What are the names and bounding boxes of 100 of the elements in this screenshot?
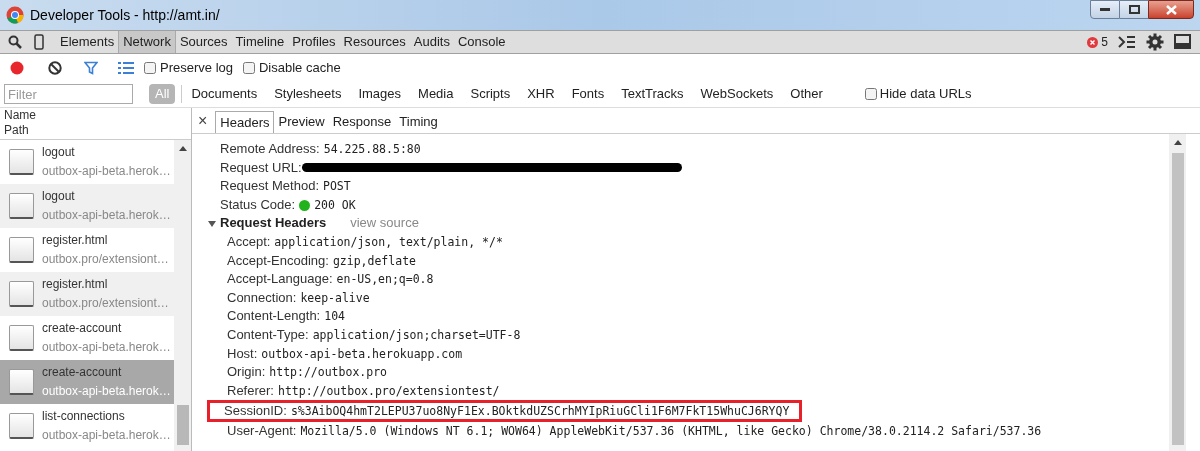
header-value: application/json, text/plain, */* bbox=[274, 233, 503, 251]
filter-type[interactable]: Fonts bbox=[566, 84, 610, 104]
filter-type[interactable]: XHR bbox=[522, 84, 560, 104]
tab[interactable]: Response bbox=[328, 111, 396, 133]
checkbox[interactable] bbox=[243, 61, 255, 74]
file-icon bbox=[9, 369, 34, 395]
expanded-triangle-icon[interactable] bbox=[208, 219, 216, 228]
tab[interactable]: Sources bbox=[175, 31, 232, 53]
header-value: Mozilla/5.0 (Windows NT 6.1; WOW64) AppleWebKit/537.36 (KHTML, like Gecko) Chrome/38.0.2114.2 Safari/537.36 bbox=[300, 423, 1042, 441]
scrollbar-thumb[interactable] bbox=[176, 405, 189, 445]
maximize-icon bbox=[1128, 5, 1140, 14]
mobile-device-icon[interactable] bbox=[34, 34, 44, 50]
console-drawer-icon[interactable] bbox=[1118, 35, 1136, 49]
file-icon bbox=[9, 149, 34, 175]
header-value: keep-alive bbox=[300, 289, 370, 307]
file-icon bbox=[9, 413, 34, 439]
column-header[interactable]: Name bbox=[4, 108, 187, 123]
column-header[interactable]: Path bbox=[4, 123, 187, 138]
minimize-button[interactable] bbox=[1090, 0, 1120, 19]
request-path: outbox-api-beta.herok… bbox=[42, 427, 171, 444]
tab[interactable]: Profiles bbox=[288, 31, 340, 53]
search-icon[interactable] bbox=[8, 35, 22, 49]
header-name: Accept-Language: bbox=[227, 270, 333, 289]
tab[interactable]: Audits bbox=[409, 31, 454, 53]
header-name: Origin: bbox=[227, 363, 266, 382]
request-path: outbox.pro/extensiont… bbox=[42, 251, 169, 268]
request-path: outbox-api-beta.herok… bbox=[42, 383, 171, 400]
request-name: create-account bbox=[42, 320, 123, 337]
filter-type[interactable]: Media bbox=[413, 84, 459, 104]
settings-icon[interactable] bbox=[1146, 33, 1164, 51]
request-path: outbox-api-beta.herok… bbox=[42, 207, 171, 224]
request-name: logout bbox=[42, 144, 76, 161]
header-name: Referer: bbox=[227, 381, 274, 400]
header-name: Content-Length: bbox=[227, 307, 321, 326]
record-icon[interactable] bbox=[10, 60, 24, 75]
minimize-icon bbox=[1100, 8, 1110, 11]
list-view-icon[interactable] bbox=[118, 61, 134, 74]
error-icon bbox=[1087, 36, 1099, 48]
header-value: http://outbox.pro bbox=[269, 364, 387, 382]
tab[interactable]: Network bbox=[118, 31, 176, 53]
tab[interactable]: Timing bbox=[395, 111, 442, 133]
scrollbar[interactable] bbox=[1169, 134, 1186, 451]
tab[interactable]: Resources bbox=[339, 31, 410, 53]
header-name: Status Code: bbox=[220, 195, 296, 214]
header-value: POST bbox=[323, 178, 351, 196]
filter-type[interactable]: Other bbox=[785, 84, 828, 104]
section-title[interactable]: Request Headers bbox=[220, 214, 327, 233]
request-name: list-connections bbox=[42, 408, 126, 425]
browser-logo-icon bbox=[6, 6, 24, 24]
header-value: s%3AibOQ4hmT2LEPU37uo8NyF1Ex.BOktkdUZSCrhMYIpRiuGCli1F6M7FkT15WhuCJ6RYQY bbox=[290, 403, 790, 420]
close-detail-button[interactable]: × bbox=[198, 110, 208, 131]
header-value: http://outbox.pro/extensiontest/ bbox=[277, 382, 500, 400]
maximize-button[interactable] bbox=[1120, 0, 1148, 19]
file-icon bbox=[9, 193, 34, 219]
request-name: register.html bbox=[42, 232, 109, 249]
request-name: create-account bbox=[42, 364, 123, 381]
view-source-link[interactable]: view source bbox=[350, 214, 419, 233]
header-name: Connection: bbox=[227, 288, 297, 307]
filter-type[interactable]: TextTracks bbox=[616, 84, 689, 104]
checkbox[interactable] bbox=[144, 61, 156, 74]
error-count[interactable]: 5 bbox=[1101, 33, 1108, 51]
request-row[interactable]: logout outbox-api-beta.herok… bbox=[0, 184, 174, 228]
file-icon bbox=[9, 325, 34, 351]
tab[interactable]: Preview bbox=[274, 111, 329, 133]
header-name: Request URL: bbox=[220, 158, 302, 177]
dock-icon[interactable] bbox=[1174, 34, 1192, 50]
tab[interactable]: Console bbox=[453, 31, 510, 53]
request-path: outbox-api-beta.herok… bbox=[42, 339, 171, 356]
filter-field[interactable]: Filter bbox=[4, 84, 133, 104]
close-icon bbox=[1165, 4, 1177, 15]
checkbox-label[interactable]: Hide data URLs bbox=[879, 84, 972, 104]
tab[interactable]: Headers bbox=[215, 111, 275, 133]
request-path: outbox-api-beta.herok… bbox=[42, 163, 171, 180]
request-row[interactable]: register.html outbox.pro/extensiont… bbox=[0, 272, 174, 316]
file-icon bbox=[9, 237, 34, 263]
close-button[interactable] bbox=[1148, 0, 1194, 19]
scroll-up-icon[interactable] bbox=[1173, 140, 1182, 145]
tab[interactable]: Elements bbox=[56, 31, 119, 53]
header-value: gzip,deflate bbox=[332, 252, 416, 270]
request-path: outbox.pro/extensiont… bbox=[42, 295, 169, 312]
filter-icon[interactable] bbox=[84, 60, 98, 75]
header-name: Accept-Encoding: bbox=[227, 251, 329, 270]
filter-type[interactable]: Stylesheets bbox=[269, 84, 347, 104]
scrollbar-thumb[interactable] bbox=[1171, 153, 1184, 445]
checkbox-label[interactable]: Preserve log bbox=[160, 57, 233, 78]
tab[interactable]: Timeline bbox=[231, 31, 289, 53]
filter-type[interactable]: Images bbox=[353, 84, 407, 104]
request-name: register.html bbox=[42, 276, 109, 293]
filter-type[interactable]: Documents bbox=[186, 84, 263, 104]
header-value: en-US,en;q=0.8 bbox=[336, 271, 434, 289]
checkbox-label[interactable]: Disable cache bbox=[259, 57, 341, 78]
scroll-up-icon[interactable] bbox=[178, 146, 187, 151]
header-value: 104 bbox=[324, 308, 345, 326]
filter-type[interactable]: WebSockets bbox=[695, 84, 779, 104]
request-row[interactable]: create-account outbox-api-beta.herok… bbox=[0, 360, 174, 404]
checkbox[interactable] bbox=[864, 88, 877, 100]
header-value: 200 OK bbox=[314, 196, 356, 214]
scrollbar[interactable] bbox=[174, 140, 191, 451]
clear-icon[interactable] bbox=[48, 60, 62, 75]
filter-type[interactable]: Scripts bbox=[465, 84, 516, 104]
